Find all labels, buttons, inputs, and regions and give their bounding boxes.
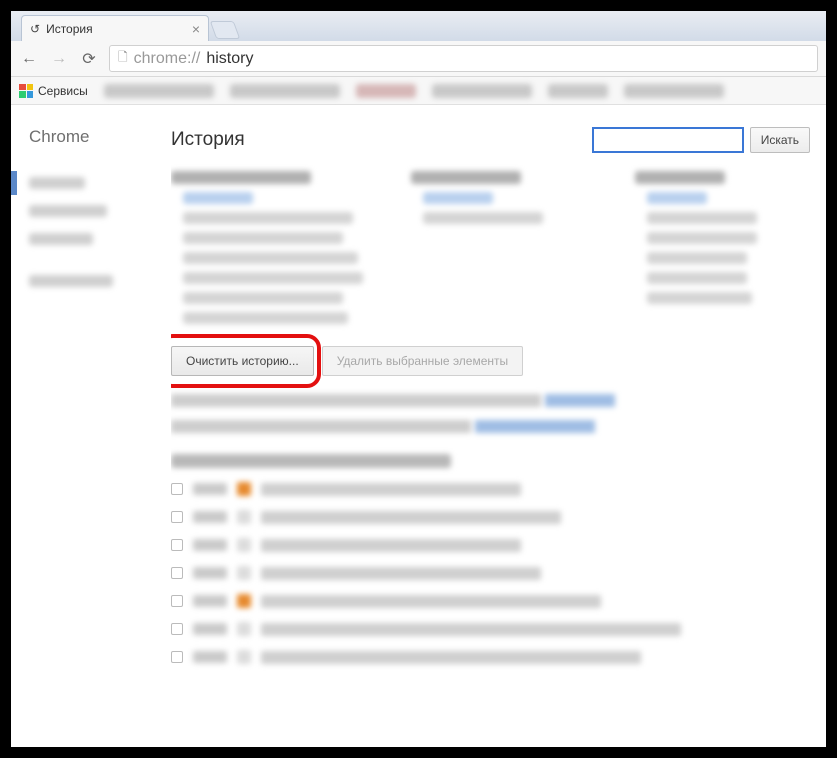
favicon-icon [237,510,251,524]
entry-title [261,623,681,636]
bookmark-item[interactable] [548,84,608,98]
page-header: История Искать [171,127,810,153]
url-scheme: chrome:// [134,50,201,68]
favicon-icon [237,482,251,496]
entry-title [261,595,601,608]
entry-checkbox[interactable] [171,623,183,635]
entry-checkbox[interactable] [171,567,183,579]
entry-title [261,539,521,552]
main-panel: История Искать [171,105,826,747]
entry-checkbox[interactable] [171,511,183,523]
history-entry[interactable] [171,538,810,552]
apps-label: Сервисы [38,84,88,98]
sidebar-item[interactable] [11,199,171,223]
history-entry[interactable] [171,594,810,608]
history-list [171,454,810,664]
history-search-input[interactable] [592,127,744,153]
browser-window: ↺ История × ← → ⟳ 🗋 chrome:// history Сер… [11,11,826,747]
favicon-icon [237,650,251,664]
delete-selected-button[interactable]: Удалить выбранные элементы [322,346,523,376]
address-bar[interactable]: 🗋 chrome:// history [109,45,818,72]
bookmarks-bar: Сервисы [11,77,826,105]
forward-button[interactable]: → [49,50,69,68]
toolbar: ← → ⟳ 🗋 chrome:// history [11,41,826,77]
clear-history-button[interactable]: Очистить историю... [171,346,314,376]
entry-time [193,483,227,495]
close-tab-icon[interactable]: × [192,22,200,36]
browser-tab-history[interactable]: ↺ История × [21,15,209,41]
favicon-icon [237,566,251,580]
page-content: Chrome История Искать [11,105,826,747]
entry-title [261,651,641,664]
history-entry[interactable] [171,650,810,664]
entry-title [261,483,521,496]
entry-time [193,539,227,551]
bookmark-item[interactable] [356,84,416,98]
page-title: История [171,129,592,151]
reload-button[interactable]: ⟳ [79,49,99,69]
favicon-icon [237,594,251,608]
entry-checkbox[interactable] [171,483,183,495]
sidebar-item[interactable] [11,227,171,251]
synced-devices [171,171,810,332]
synced-device-column [171,171,363,332]
history-entry[interactable] [171,566,810,580]
history-icon: ↺ [30,22,40,36]
entry-time [193,595,227,607]
back-button[interactable]: ← [19,50,39,68]
action-buttons-row: Очистить историю... Удалить выбранные эл… [171,346,810,376]
tab-strip: ↺ История × [11,11,826,41]
history-entry[interactable] [171,622,810,636]
info-text [171,394,810,436]
page-icon: 🗋 [118,48,128,69]
bookmark-item[interactable] [230,84,340,98]
sidebar-item[interactable] [11,269,171,293]
entry-checkbox[interactable] [171,539,183,551]
entry-title [261,567,541,580]
sidebar: Chrome [11,105,171,747]
bookmark-item[interactable] [104,84,214,98]
favicon-icon [237,538,251,552]
synced-device-column [411,171,587,332]
apps-icon [19,84,33,98]
apps-shortcut[interactable]: Сервисы [19,84,88,98]
entry-checkbox[interactable] [171,651,183,663]
entry-time [193,567,227,579]
url-path: history [206,50,253,68]
bookmark-item[interactable] [624,84,724,98]
new-tab-button[interactable] [210,21,241,39]
entry-title [261,511,561,524]
search-button[interactable]: Искать [750,127,810,153]
tab-title: История [46,22,186,36]
favicon-icon [237,622,251,636]
entry-time [193,651,227,663]
sidebar-item-history[interactable] [11,171,171,195]
bookmark-item[interactable] [432,84,532,98]
brand-label: Chrome [11,127,171,147]
synced-device-column [635,171,811,332]
entry-time [193,511,227,523]
history-entry[interactable] [171,510,810,524]
history-date-header [171,454,451,468]
history-entry[interactable] [171,482,810,496]
entry-time [193,623,227,635]
entry-checkbox[interactable] [171,595,183,607]
